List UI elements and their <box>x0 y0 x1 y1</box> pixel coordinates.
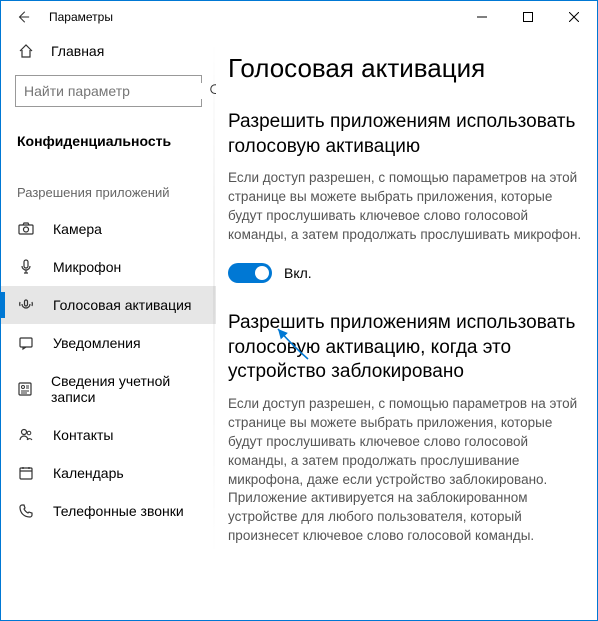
section2-description: Если доступ разрешен, с помощью параметр… <box>228 395 585 546</box>
toggle-state-label: Вкл. <box>284 265 312 281</box>
home-icon <box>17 43 35 59</box>
voice-icon <box>17 297 35 313</box>
back-arrow-icon <box>16 10 30 24</box>
home-label: Главная <box>51 43 104 59</box>
titlebar: Параметры <box>1 1 597 33</box>
section1-description: Если доступ разрешен, с помощью параметр… <box>228 169 585 245</box>
sidebar-item-label: Контакты <box>53 427 113 443</box>
sidebar-item-phone-calls[interactable]: Телефонные звонки <box>1 492 216 530</box>
account-info-icon <box>17 381 33 397</box>
section2-title: Разрешить приложениям использовать голос… <box>228 311 585 385</box>
sidebar-item-calendar[interactable]: Календарь <box>1 454 216 492</box>
toggle-voice-activation-row: Вкл. <box>228 263 585 283</box>
sidebar-item-label: Телефонные звонки <box>53 503 184 519</box>
camera-icon <box>17 221 35 237</box>
minimize-button[interactable] <box>459 1 505 33</box>
sidebar-item-label: Сведения учетной записи <box>51 373 200 405</box>
sidebar-item-contacts[interactable]: Контакты <box>1 416 216 454</box>
maximize-button[interactable] <box>505 1 551 33</box>
contacts-icon <box>17 427 35 443</box>
toggle-voice-activation[interactable] <box>228 263 272 283</box>
sidebar-item-label: Уведомления <box>53 335 141 351</box>
sidebar-item-label: Камера <box>53 221 102 237</box>
phone-icon <box>17 503 35 519</box>
back-button[interactable] <box>1 1 45 33</box>
sidebar-item-voice-activation[interactable]: Голосовая активация <box>1 286 216 324</box>
search-box[interactable] <box>15 75 202 107</box>
close-icon <box>569 12 579 22</box>
search-input[interactable] <box>24 83 205 99</box>
window-controls <box>459 1 597 33</box>
close-button[interactable] <box>551 1 597 33</box>
section-subheader: Разрешения приложений <box>1 167 216 210</box>
sidebar: Главная Конфиденциальность Разрешения пр… <box>1 33 216 620</box>
section1-title: Разрешить приложениям использовать голос… <box>228 110 585 159</box>
divider <box>213 40 215 560</box>
sidebar-item-account-info[interactable]: Сведения учетной записи <box>1 362 216 416</box>
home-button[interactable]: Главная <box>1 33 216 69</box>
minimize-icon <box>477 12 487 22</box>
sidebar-item-label: Голосовая активация <box>53 297 192 313</box>
sidebar-item-notifications[interactable]: Уведомления <box>1 324 216 362</box>
main-panel: Голосовая активация Разрешить приложения… <box>216 33 597 620</box>
sidebar-item-microphone[interactable]: Микрофон <box>1 248 216 286</box>
sidebar-item-label: Микрофон <box>53 259 121 275</box>
calendar-icon <box>17 465 35 481</box>
sidebar-item-label: Календарь <box>53 465 124 481</box>
category-label: Конфиденциальность <box>1 121 216 167</box>
mic-icon <box>17 259 35 275</box>
notifications-icon <box>17 335 35 351</box>
maximize-icon <box>523 12 533 22</box>
page-title: Голосовая активация <box>228 53 585 84</box>
window-title: Параметры <box>45 10 459 24</box>
sidebar-item-camera[interactable]: Камера <box>1 210 216 248</box>
